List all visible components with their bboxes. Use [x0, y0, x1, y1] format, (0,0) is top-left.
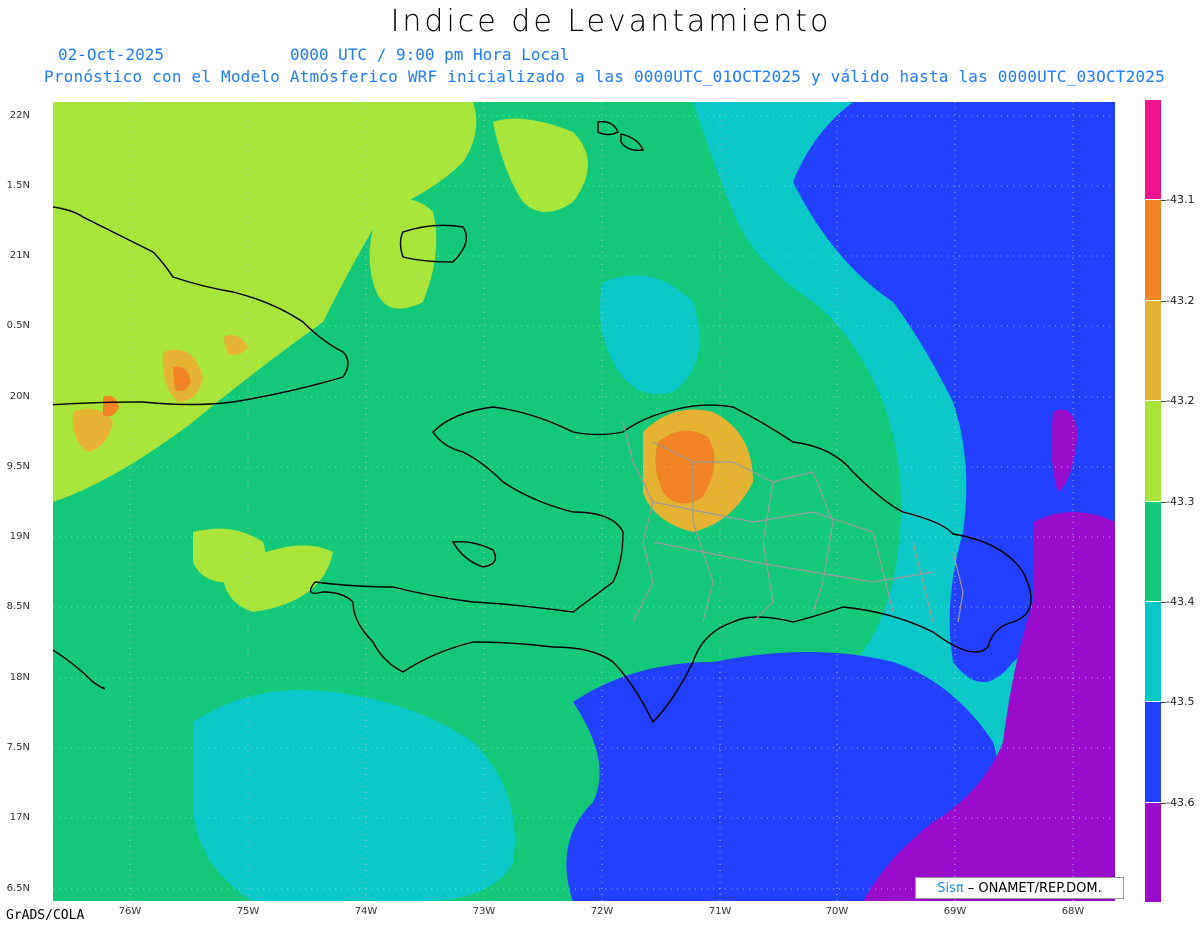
colorbar-label: -43.6: [1166, 795, 1195, 809]
lat-label: 6.5N: [6, 883, 30, 894]
lon-label: 68W: [1061, 906, 1085, 917]
forecast-date: 02-Oct-2025: [58, 45, 164, 64]
software-credit: GrADS/COLA: [6, 908, 85, 923]
lon-label: 75W: [236, 906, 260, 917]
lat-label: 7.5N: [6, 742, 30, 753]
lat-label: 21N: [9, 250, 30, 261]
lat-label: 17N: [9, 812, 30, 823]
colorbar: [1145, 100, 1161, 903]
field-lime-north2: [369, 198, 437, 309]
sistemas-logo: Sisπ: [937, 880, 964, 896]
colorbar-segment: [1145, 702, 1161, 803]
colorbar-segment: [1145, 100, 1161, 201]
colorbar-segment: [1145, 300, 1161, 402]
colorbar-segment: [1145, 401, 1161, 502]
colorbar-label: -43.4: [1166, 594, 1195, 608]
lon-label: 69W: [943, 906, 967, 917]
credit-text: – ONAMET/REP.DOM.: [967, 880, 1102, 896]
lifted-index-map: [53, 102, 1115, 901]
colorbar-segment: [1145, 501, 1161, 602]
colorbar-segment: [1145, 200, 1161, 301]
forecast-description: Pronóstico con el Modelo Atmósferico WRF…: [44, 67, 1165, 86]
lat-label: 0.5N: [6, 320, 30, 331]
credit-box: Sisπ – ONAMET/REP.DOM.: [915, 877, 1124, 899]
lat-label: 18N: [9, 672, 30, 683]
lat-label: 1.5N: [6, 180, 30, 191]
colorbar-segment: [1145, 601, 1161, 703]
lat-label: 9.5N: [6, 461, 30, 472]
lon-label: 73W: [472, 906, 496, 917]
lat-label: 8.5N: [6, 601, 30, 612]
colorbar-label: -43.2: [1166, 293, 1195, 307]
map-title: Indice de Levantamiento: [390, 4, 832, 39]
lon-label: 74W: [354, 906, 378, 917]
forecast-time: 0000 UTC / 9:00 pm Hora Local: [290, 45, 570, 64]
colorbar-segment: [1145, 802, 1161, 903]
colorbar-label: -43.3: [1166, 494, 1195, 508]
lat-label: 19N: [9, 531, 30, 542]
colorbar-label: -43.5: [1166, 695, 1195, 709]
lon-label: 76W: [118, 906, 142, 917]
lon-label: 72W: [590, 906, 614, 917]
lon-label: 70W: [825, 906, 849, 917]
colorbar-label: -43.1: [1166, 193, 1195, 207]
lat-label: 22N: [9, 110, 30, 121]
colorbar-label: -43.2: [1166, 394, 1195, 408]
lon-label: 71W: [708, 906, 732, 917]
lat-label: 20N: [9, 391, 30, 402]
